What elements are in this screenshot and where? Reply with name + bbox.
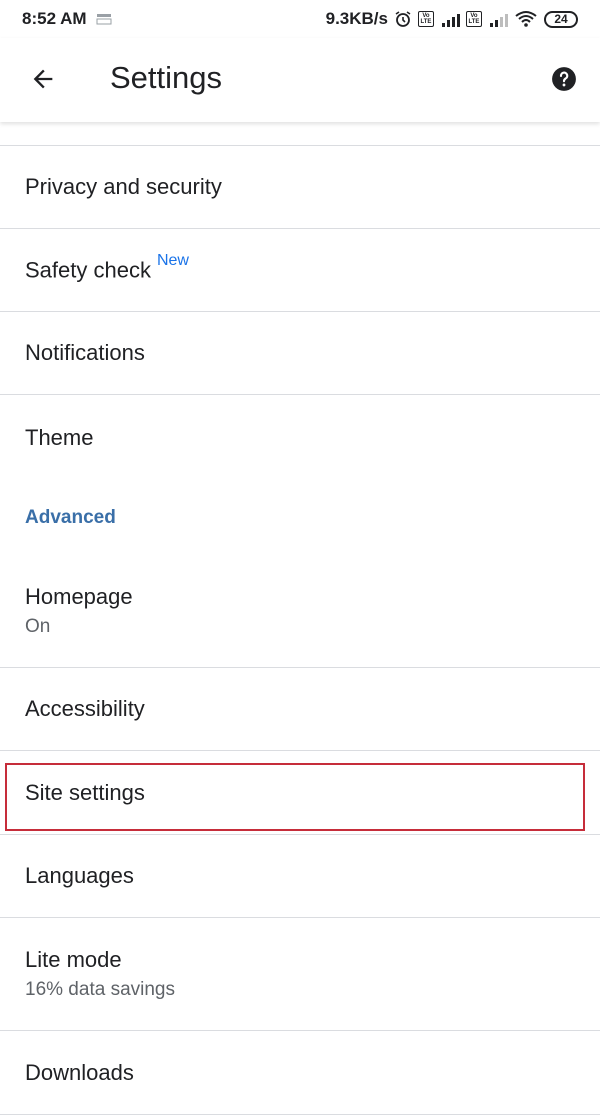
alarm-icon <box>395 11 411 27</box>
settings-item-label: Notifications <box>25 340 145 365</box>
settings-item-sublabel: 16% data savings <box>25 979 175 1000</box>
new-badge: New <box>156 252 189 270</box>
settings-item-sublabel: On <box>25 616 51 637</box>
help-icon <box>552 67 576 91</box>
settings-item-privacy-and-security[interactable]: Privacy and security <box>0 145 600 229</box>
section-header-advanced: Advanced <box>25 507 116 528</box>
settings-item-label: Languages <box>25 863 134 888</box>
status-bar: 8:52 AM 9.3KB/s Vo LTE Vo LTE 24 <box>0 0 600 38</box>
settings-item-label: Site settings <box>25 779 145 805</box>
wifi-icon <box>515 11 537 27</box>
settings-list: Privacy and security Safety check New Not… <box>0 145 600 1115</box>
settings-item-label: Theme <box>25 425 94 450</box>
volte-icon: Vo LTE <box>418 11 434 27</box>
settings-item-label: Accessibility <box>25 696 145 721</box>
status-time: 8:52 AM <box>22 9 87 28</box>
settings-item-lite-mode[interactable]: Lite mode 16% data savings <box>0 918 600 1031</box>
app-toolbar: Settings <box>0 38 600 122</box>
settings-item-theme[interactable]: Theme <box>0 395 600 481</box>
arrow-back-icon <box>33 69 53 89</box>
settings-item-accessibility[interactable]: Accessibility <box>0 668 600 751</box>
volte-icon-2: Vo LTE <box>466 11 482 27</box>
settings-item-homepage[interactable]: Homepage On <box>0 555 600 668</box>
page-title: Settings <box>110 60 223 95</box>
settings-item-label: Homepage <box>25 584 133 609</box>
amazon-notification-icon <box>96 14 112 25</box>
status-bar-right: 9.3KB/s Vo LTE Vo LTE 24 <box>320 9 578 29</box>
settings-item-label: Privacy and security <box>25 174 222 199</box>
battery-icon: 24 <box>544 10 578 28</box>
settings-item-safety-check[interactable]: Safety check New <box>0 229 600 312</box>
settings-item-languages[interactable]: Languages <box>0 835 600 918</box>
status-bar-left: 8:52 AM <box>22 9 113 29</box>
settings-item-notifications[interactable]: Notifications <box>0 312 600 395</box>
settings-item-site-settings[interactable]: Site settings <box>0 751 600 835</box>
settings-item-downloads[interactable]: Downloads <box>0 1031 600 1115</box>
signal-icon-2 <box>488 11 508 27</box>
settings-item-label: Lite mode <box>25 947 122 972</box>
network-speed: 9.3KB/s <box>325 9 388 28</box>
settings-item-label: Safety check New <box>25 252 189 283</box>
back-button[interactable] <box>26 62 60 96</box>
help-button[interactable] <box>550 65 578 93</box>
signal-icon <box>440 11 460 27</box>
settings-item-label: Downloads <box>25 1059 134 1085</box>
